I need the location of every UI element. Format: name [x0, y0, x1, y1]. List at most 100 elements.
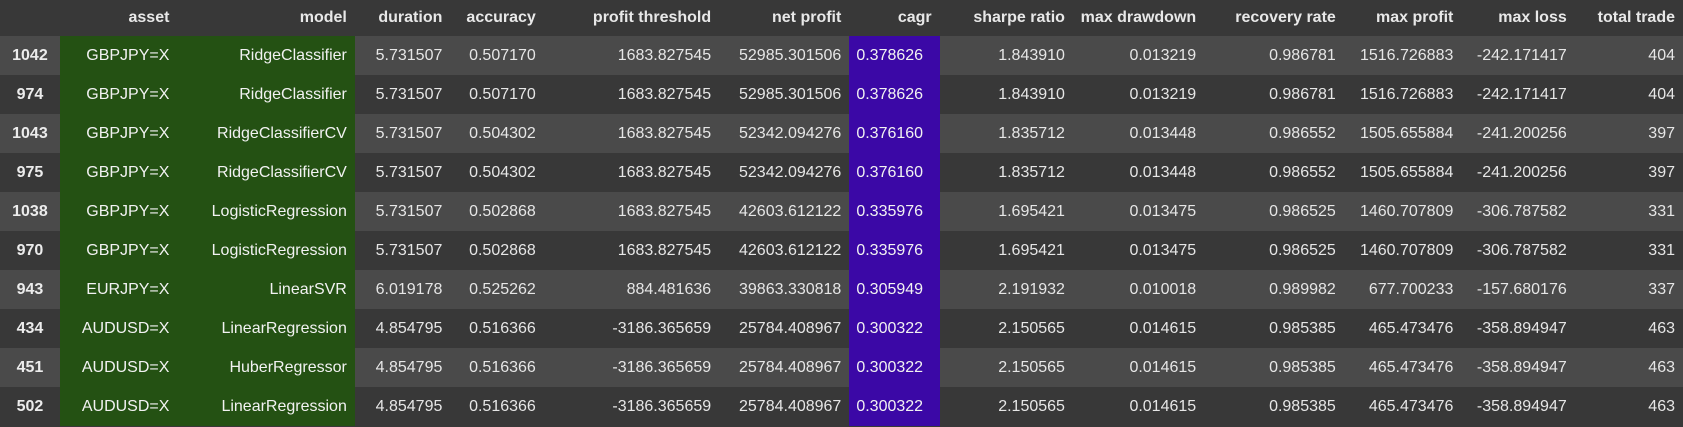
max-drawdown-cell: 0.013475 — [1129, 202, 1197, 220]
model-cell: HuberRegressor — [177, 348, 355, 387]
max-profit-cell: 1516.726883 — [1359, 46, 1454, 64]
accuracy-cell: 0.516366 — [469, 358, 536, 376]
model-cell: RidgeClassifier — [177, 75, 355, 114]
table-body: 1042 GBPJPY=X RidgeClassifier 5.731507 0.507… — [0, 36, 1683, 426]
table-row: 1042 GBPJPY=X RidgeClassifier 5.731507 0.507… — [0, 36, 1683, 75]
recovery-rate-cell: 0.986781 — [1269, 46, 1336, 64]
sharpe-ratio-cell: 1.843910 — [998, 85, 1065, 103]
column-header-max-drawdown: max drawdown — [1080, 9, 1197, 26]
model-cell: LinearRegression — [177, 309, 355, 348]
row-index: 1038 — [12, 202, 48, 220]
column-header-accuracy: accuracy — [466, 9, 536, 26]
cagr-cell: 0.378626 — [849, 36, 940, 75]
profit-threshold-cell: -3186.365659 — [612, 397, 712, 415]
max-loss-cell: -358.894947 — [1476, 397, 1567, 415]
max-profit-cell: 465.473476 — [1368, 397, 1454, 415]
column-header-cagr: cagr — [897, 9, 932, 26]
max-profit-cell: 465.473476 — [1368, 319, 1454, 337]
max-loss-cell: -358.894947 — [1476, 319, 1567, 337]
table-row: 974 GBPJPY=X RidgeClassifier 5.731507 0.5071… — [0, 75, 1683, 114]
profit-threshold-cell: -3186.365659 — [612, 358, 712, 376]
profit-threshold-cell: 1683.827545 — [617, 46, 712, 64]
asset-cell: GBPJPY=X — [59, 153, 178, 192]
profit-threshold-cell: 1683.827545 — [617, 241, 712, 259]
max-loss-cell: -306.787582 — [1476, 202, 1567, 220]
max-drawdown-cell: 0.013475 — [1129, 241, 1197, 259]
row-index: 970 — [16, 241, 44, 259]
sharpe-ratio-cell: 1.695421 — [998, 241, 1065, 259]
net-profit-cell: 52342.094276 — [739, 124, 842, 142]
accuracy-cell: 0.507170 — [469, 85, 536, 103]
cagr-cell: 0.376160 — [849, 153, 940, 192]
max-drawdown-cell: 0.014615 — [1129, 397, 1197, 415]
recovery-rate-cell: 0.986525 — [1269, 202, 1336, 220]
duration-cell: 4.854795 — [375, 397, 443, 415]
max-drawdown-cell: 0.014615 — [1129, 358, 1197, 376]
row-index: 1043 — [12, 124, 48, 142]
total-trade-cell: 397 — [1648, 124, 1675, 142]
duration-cell: 5.731507 — [375, 46, 443, 64]
cagr-cell: 0.335976 — [849, 192, 940, 231]
total-trade-cell: 331 — [1648, 202, 1675, 220]
max-profit-cell: 1516.726883 — [1359, 85, 1454, 103]
cagr-cell: 0.305949 — [849, 270, 940, 309]
max-loss-cell: -358.894947 — [1476, 358, 1567, 376]
asset-cell: AUDUSD=X — [59, 348, 178, 387]
cagr-cell: 0.300322 — [849, 387, 940, 426]
asset-cell: GBPJPY=X — [59, 114, 178, 153]
asset-cell: GBPJPY=X — [59, 231, 178, 270]
asset-cell: GBPJPY=X — [59, 192, 178, 231]
row-index: 974 — [16, 85, 44, 103]
accuracy-cell: 0.525262 — [469, 280, 536, 298]
table-row: 1043 GBPJPY=X RidgeClassifierCV 5.731507 0.5… — [0, 114, 1683, 153]
model-cell: RidgeClassifierCV — [177, 153, 355, 192]
model-cell: LogisticRegression — [177, 231, 355, 270]
accuracy-cell: 0.516366 — [469, 397, 536, 415]
asset-cell: GBPJPY=X — [59, 36, 178, 75]
total-trade-cell: 404 — [1648, 85, 1675, 103]
asset-cell: EURJPY=X — [59, 270, 178, 309]
table-row: 434 AUDUSD=X LinearRegression 4.854795 0.516… — [0, 309, 1683, 348]
column-header-max-profit: max profit — [1376, 9, 1454, 26]
column-header-model: model — [299, 9, 347, 26]
net-profit-cell: 52985.301506 — [739, 85, 842, 103]
column-header-total-trade: total trade — [1597, 9, 1675, 26]
max-drawdown-cell: 0.013219 — [1129, 85, 1197, 103]
row-index: 943 — [16, 280, 44, 298]
max-profit-cell: 465.473476 — [1368, 358, 1454, 376]
profit-threshold-cell: 1683.827545 — [617, 163, 712, 181]
profit-threshold-cell: 1683.827545 — [617, 202, 712, 220]
table-row: 975 GBPJPY=X RidgeClassifierCV 5.731507 0.50… — [0, 153, 1683, 192]
table-row: 1038 GBPJPY=X LogisticRegression 5.731507 0.… — [0, 192, 1683, 231]
table-row: 451 AUDUSD=X HuberRegressor 4.854795 0.51636… — [0, 348, 1683, 387]
recovery-rate-cell: 0.986552 — [1269, 124, 1336, 142]
column-header-profit-threshold: profit threshold — [592, 9, 712, 26]
row-index: 434 — [16, 319, 44, 337]
net-profit-cell: 25784.408967 — [739, 319, 842, 337]
sharpe-ratio-cell: 1.843910 — [998, 46, 1065, 64]
header-row: asset model duration accuracy profit thr… — [0, 0, 1683, 36]
net-profit-cell: 25784.408967 — [739, 397, 842, 415]
net-profit-cell: 39863.330818 — [739, 280, 842, 298]
recovery-rate-cell: 0.985385 — [1269, 319, 1336, 337]
table-row: 970 GBPJPY=X LogisticRegression 5.731507 0.5… — [0, 231, 1683, 270]
net-profit-cell: 52985.301506 — [739, 46, 842, 64]
net-profit-cell: 52342.094276 — [739, 163, 842, 181]
model-cell: RidgeClassifier — [177, 36, 355, 75]
accuracy-cell: 0.504302 — [469, 124, 536, 142]
max-drawdown-cell: 0.013219 — [1129, 46, 1197, 64]
row-index: 975 — [16, 163, 44, 181]
sharpe-ratio-cell: 2.191932 — [998, 280, 1065, 298]
column-header-duration: duration — [378, 9, 443, 26]
model-cell: RidgeClassifierCV — [177, 114, 355, 153]
duration-cell: 5.731507 — [375, 163, 443, 181]
cagr-cell: 0.378626 — [849, 75, 940, 114]
accuracy-cell: 0.504302 — [469, 163, 536, 181]
asset-cell: AUDUSD=X — [59, 387, 178, 426]
max-drawdown-cell: 0.013448 — [1129, 124, 1197, 142]
max-profit-cell: 1460.707809 — [1359, 241, 1454, 259]
cagr-cell: 0.376160 — [849, 114, 940, 153]
column-header-max-loss: max loss — [1498, 9, 1567, 26]
row-index: 451 — [16, 358, 44, 376]
asset-cell: AUDUSD=X — [59, 309, 178, 348]
